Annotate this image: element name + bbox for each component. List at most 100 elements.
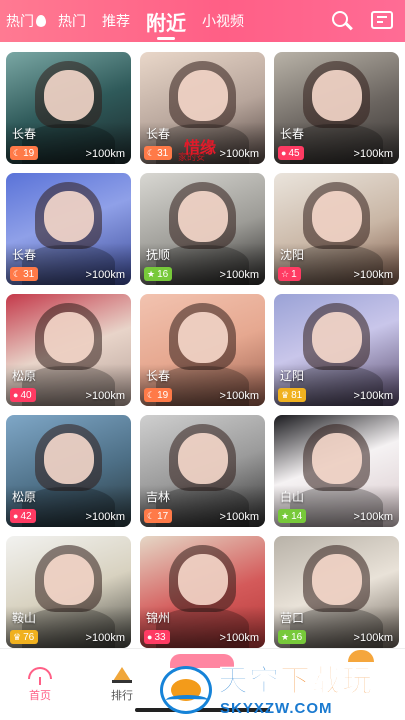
city-label: 吉林 (146, 490, 171, 504)
distance-label: >100km (219, 632, 259, 644)
user-card[interactable]: 长春 ☾ 19 >100km (140, 294, 265, 406)
distance-label: >100km (353, 632, 393, 644)
moon-icon: ☾ (147, 510, 156, 521)
level-badge: ☆ 1 (278, 267, 301, 281)
tab-recommend[interactable]: 推荐 (102, 0, 130, 42)
user-card[interactable]: 鞍山 ♛ 76 >100km (6, 536, 131, 648)
city-label: 鞍山 (12, 611, 37, 625)
nav-home[interactable]: 首页 (5, 649, 75, 707)
level-badge: ★ 14 (278, 509, 307, 523)
level-badge: ● 45 (278, 146, 304, 160)
watermark-title-part1: 天空 (218, 665, 280, 699)
distance-label: >100km (353, 390, 393, 402)
tab-hot-live[interactable]: 热门 (6, 0, 46, 42)
level-badge: ☾ 17 (144, 509, 173, 523)
user-card[interactable]: 长春 ☾ 31 >100km (6, 173, 131, 285)
fire-icon (36, 15, 46, 27)
badge-value: 81 (291, 389, 303, 401)
tab-hot[interactable]: 热门 (58, 0, 86, 42)
crown-icon: ♛ (281, 389, 290, 400)
umbrella-icon (27, 665, 53, 685)
city-label: 锦州 (146, 611, 171, 625)
badge-value: 76 (23, 631, 35, 643)
badge-value: 19 (157, 389, 169, 401)
level-badge: ☾ 31 (144, 146, 173, 160)
badge-value: 14 (291, 510, 303, 522)
message-icon[interactable] (369, 8, 395, 34)
dot-icon: ● (13, 389, 19, 400)
user-card[interactable]: 长春 ● 45 >100km (274, 52, 399, 164)
user-card[interactable]: 吉林 ☾ 17 >100km (140, 415, 265, 527)
distance-label: >100km (219, 390, 259, 402)
user-card[interactable]: 松原 ● 40 >100km (6, 294, 131, 406)
level-badge: ★ 16 (144, 267, 173, 281)
moon-icon: ☾ (13, 147, 22, 158)
city-label: 沈阳 (280, 248, 305, 262)
distance-label: >100km (219, 148, 259, 160)
city-label: 长春 (146, 127, 171, 141)
user-card[interactable]: 沈阳 ☆ 1 >100km (274, 173, 399, 285)
search-icon[interactable] (329, 8, 355, 34)
ranking-icon (109, 665, 135, 685)
moon-icon: ☾ (147, 389, 156, 400)
level-badge: ♛ 76 (10, 630, 39, 644)
tab-label: 附近 (146, 12, 186, 35)
level-badge: ● 42 (10, 509, 36, 523)
city-label: 松原 (12, 490, 37, 504)
user-card[interactable]: 抚顺 ★ 16 >100km (140, 173, 265, 285)
moon-icon: ☾ (147, 147, 156, 158)
tab-label: 热门 (6, 13, 34, 29)
watermark-logo (160, 666, 212, 714)
dot-icon: ● (147, 631, 153, 642)
tab-label: 小视频 (202, 13, 244, 29)
distance-label: >100km (85, 390, 125, 402)
badge-value: 45 (288, 147, 300, 159)
star-icon: ★ (281, 631, 290, 642)
tab-short-video[interactable]: 小视频 (202, 0, 244, 42)
distance-label: >100km (85, 269, 125, 281)
city-label: 抚顺 (146, 248, 171, 262)
distance-label: >100km (353, 511, 393, 523)
level-badge: ● 33 (144, 630, 170, 644)
badge-value: 16 (157, 268, 169, 280)
badge-value: 1 (291, 268, 297, 280)
distance-label: >100km (353, 269, 393, 281)
distance-label: >100km (85, 511, 125, 523)
level-badge: ☾ 19 (10, 146, 39, 160)
badge-value: 33 (154, 631, 166, 643)
nav-label: 首页 (29, 690, 51, 702)
badge-value: 16 (291, 631, 303, 643)
user-card[interactable]: 长春 ☾ 31 >100km 惜缘 家的安 (140, 52, 265, 164)
crown-icon: ♛ (13, 631, 22, 642)
user-card[interactable]: 锦州 ● 33 >100km (140, 536, 265, 648)
watermark: 天空下载玩 SKYXZW.COM (160, 662, 405, 720)
user-card[interactable]: 松原 ● 42 >100km (6, 415, 131, 527)
city-label: 长春 (12, 127, 37, 141)
badge-value: 31 (157, 147, 169, 159)
user-card[interactable]: 白山 ★ 14 >100km (274, 415, 399, 527)
nav-label: 排行 (111, 690, 133, 702)
city-label: 白山 (280, 490, 305, 504)
nav-ranking[interactable]: 排行 (87, 649, 157, 707)
badge-value: 17 (157, 510, 169, 522)
user-card[interactable]: 辽阳 ♛ 81 >100km (274, 294, 399, 406)
city-label: 长春 (146, 369, 171, 383)
distance-label: >100km (353, 148, 393, 160)
watermark-title-part2: 下载玩 (280, 665, 373, 699)
tab-label: 推荐 (102, 13, 130, 29)
level-badge: ☾ 31 (10, 267, 39, 281)
star-icon: ★ (147, 268, 156, 279)
distance-label: >100km (219, 511, 259, 523)
top-nav-bar: 热门 热门 推荐 附近 小视频 (0, 0, 405, 42)
user-card[interactable]: 营口 ★ 16 >100km (274, 536, 399, 648)
city-label: 营口 (280, 611, 305, 625)
user-card[interactable]: 长春 ☾ 19 >100km (6, 52, 131, 164)
tab-label: 热门 (58, 13, 86, 29)
overlay-subcaption: 家的安 (178, 152, 206, 162)
star-outline-icon: ☆ (281, 268, 290, 279)
dot-icon: ● (281, 147, 287, 158)
tab-nearby[interactable]: 附近 (146, 0, 186, 42)
city-label: 长春 (12, 248, 37, 262)
dot-icon: ● (13, 510, 19, 521)
distance-label: >100km (85, 632, 125, 644)
